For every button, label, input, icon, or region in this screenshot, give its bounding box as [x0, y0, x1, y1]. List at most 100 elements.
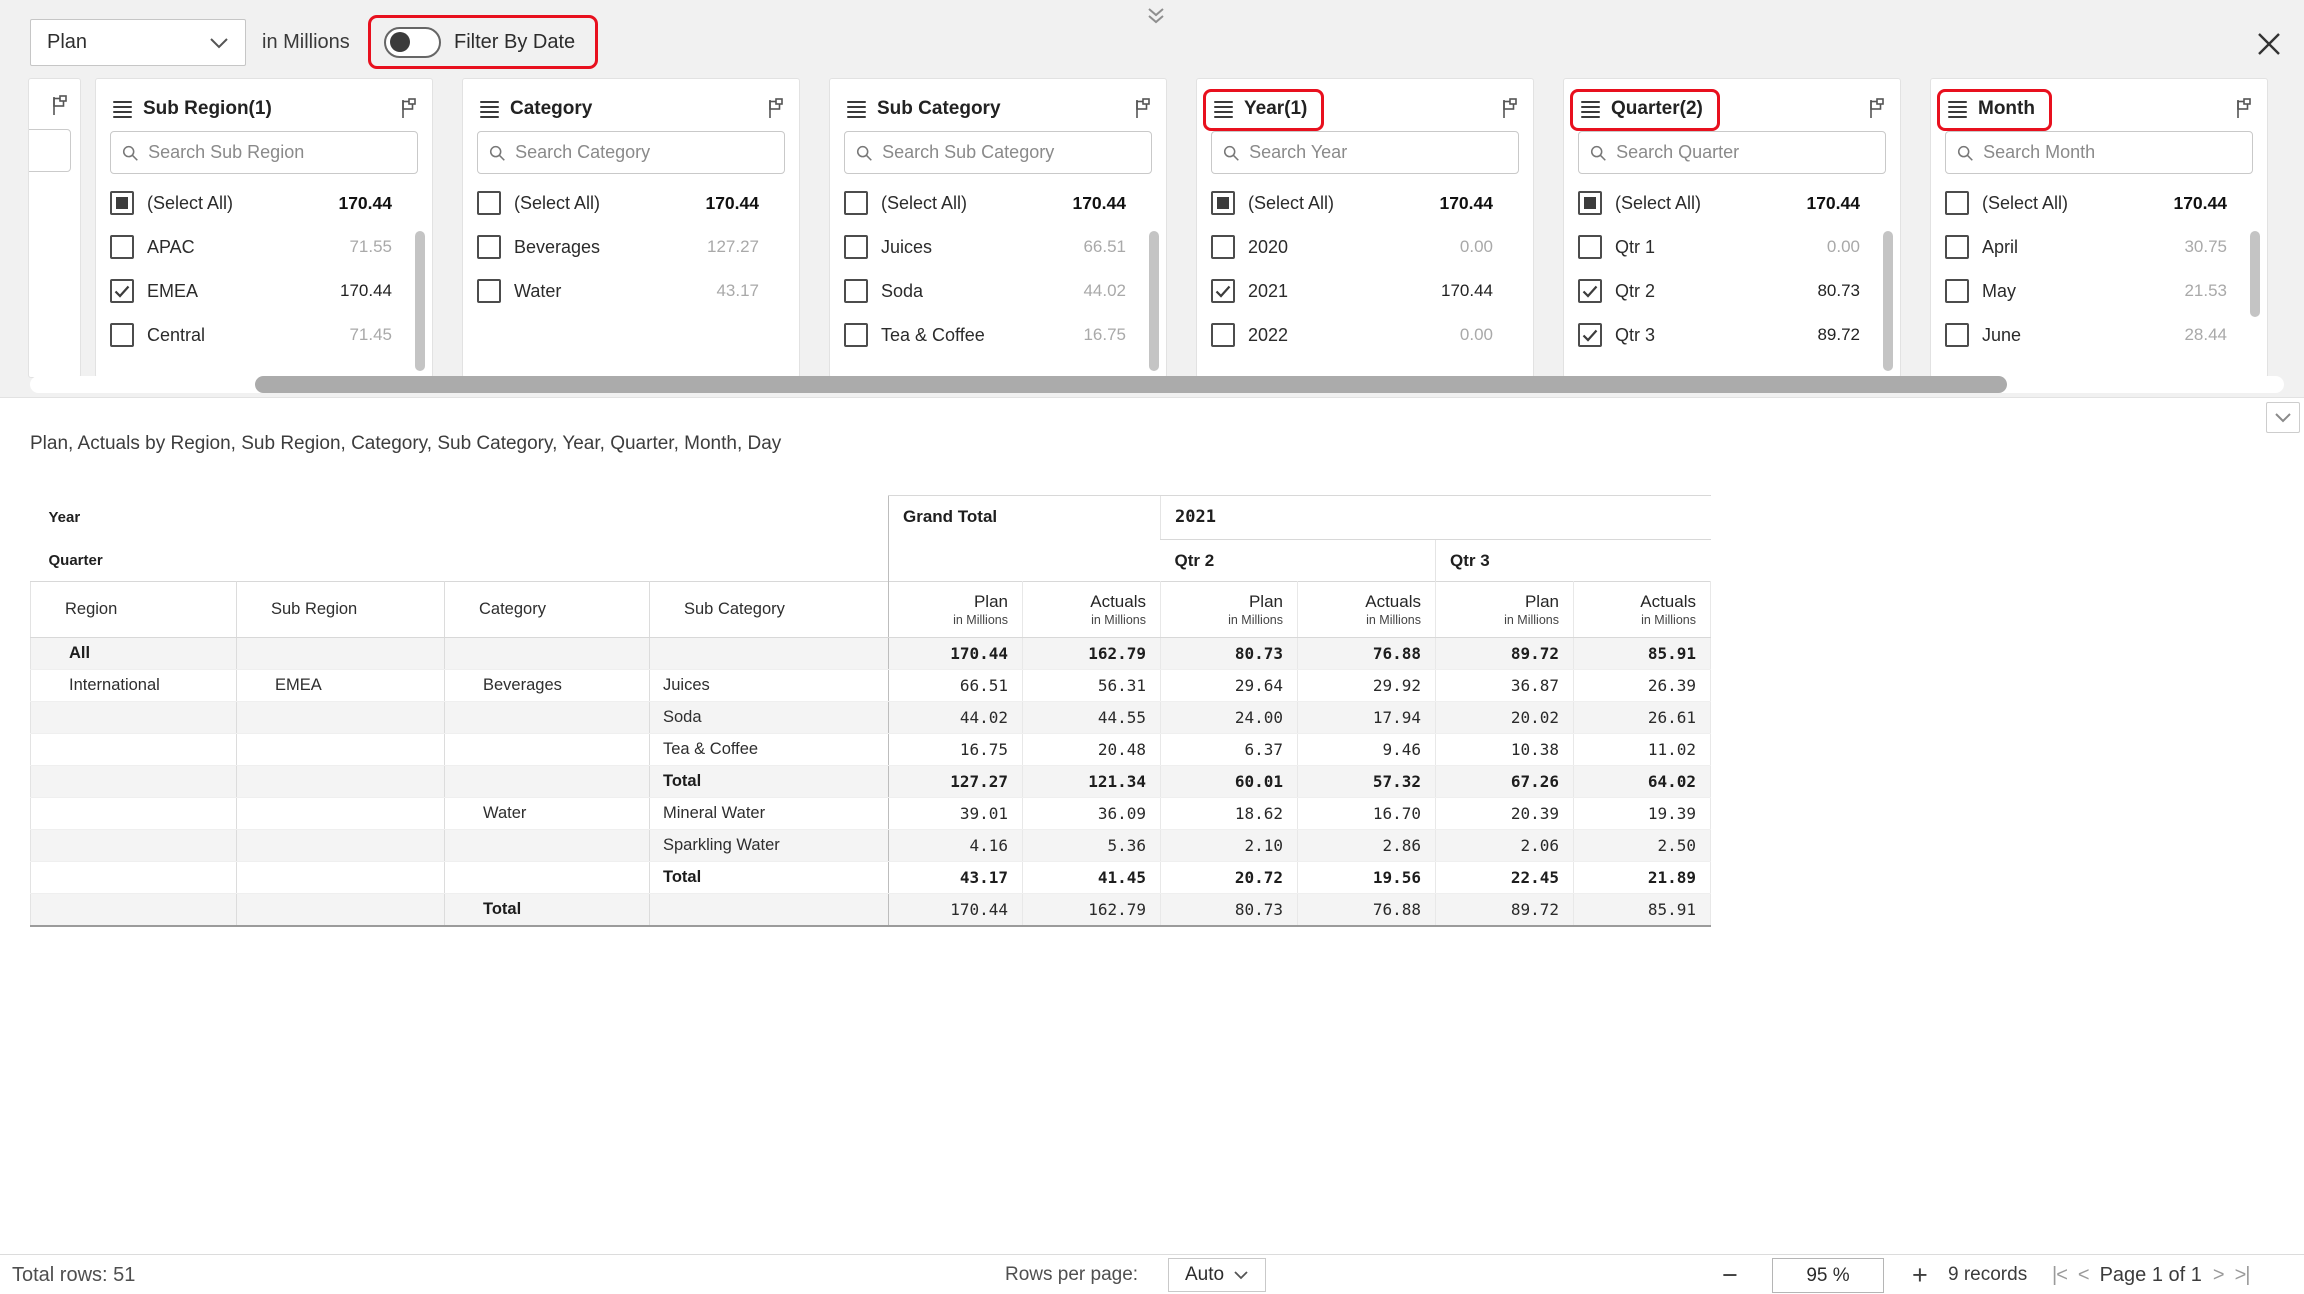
col-header-region[interactable]: Region: [31, 582, 237, 638]
drag-handle-icon[interactable]: [480, 101, 499, 118]
slicer-item[interactable]: Qtr 1 0.00: [1578, 225, 1886, 269]
scroll-down-button[interactable]: [2266, 402, 2300, 433]
collapse-panel-icon[interactable]: [1140, 4, 1172, 32]
checkbox-checked[interactable]: [1578, 323, 1602, 347]
vertical-scrollbar[interactable]: [1883, 231, 1893, 371]
checkbox-checked[interactable]: [1578, 279, 1602, 303]
checkbox-unchecked[interactable]: [1945, 323, 1969, 347]
checkbox-unchecked[interactable]: [844, 279, 868, 303]
last-page-button[interactable]: >|: [2235, 1264, 2250, 1287]
drag-handle-icon[interactable]: [113, 101, 132, 118]
slicer-item[interactable]: Qtr 3 89.72: [1578, 313, 1886, 357]
select-all-row[interactable]: (Select All) 170.44: [1945, 181, 2253, 225]
slicer-item[interactable]: APAC 71.55: [110, 225, 418, 269]
search-input[interactable]: [1616, 142, 1875, 163]
vertical-scrollbar[interactable]: [2250, 231, 2260, 317]
close-icon[interactable]: [2252, 27, 2286, 61]
checkbox-unchecked[interactable]: [1578, 235, 1602, 259]
previous-page-button[interactable]: <: [2078, 1264, 2089, 1287]
checkbox-unchecked[interactable]: [110, 235, 134, 259]
col-header-actuals-q3[interactable]: Actualsin Millions: [1574, 582, 1711, 638]
select-all-checkbox-partial[interactable]: [110, 191, 134, 215]
search-input[interactable]: [1249, 142, 1508, 163]
next-page-button[interactable]: >: [2213, 1264, 2224, 1287]
qtr2-header[interactable]: Qtr 2: [1161, 540, 1436, 582]
search-input-clipped[interactable]: [28, 129, 71, 172]
col-header-plan-q2[interactable]: Planin Millions: [1161, 582, 1298, 638]
slicer-item[interactable]: June 28.44: [1945, 313, 2253, 357]
horizontal-scrollbar-track[interactable]: [30, 376, 2284, 393]
slicer-item[interactable]: May 21.53: [1945, 269, 2253, 313]
checkbox-unchecked[interactable]: [477, 279, 501, 303]
rows-per-page-dropdown[interactable]: Auto: [1168, 1258, 1266, 1292]
select-all-checkbox-partial[interactable]: [1578, 191, 1602, 215]
select-all-row[interactable]: (Select All) 170.44: [110, 181, 418, 225]
select-all-row[interactable]: (Select All) 170.44: [1578, 181, 1886, 225]
zoom-in-button[interactable]: +: [1912, 1255, 1928, 1294]
drag-handle-icon[interactable]: [1214, 101, 1233, 118]
select-all-checkbox-unchecked[interactable]: [844, 191, 868, 215]
flag-icon[interactable]: [1132, 97, 1154, 121]
checkbox-unchecked[interactable]: [844, 235, 868, 259]
col-header-plan-q3[interactable]: Planin Millions: [1436, 582, 1574, 638]
flag-icon[interactable]: [1866, 97, 1888, 121]
slicer-item[interactable]: 2021 170.44: [1211, 269, 1519, 313]
select-all-row[interactable]: (Select All) 170.44: [477, 181, 785, 225]
select-all-checkbox-unchecked[interactable]: [477, 191, 501, 215]
drag-handle-icon[interactable]: [847, 101, 866, 118]
col-header-actuals-q2[interactable]: Actualsin Millions: [1298, 582, 1436, 638]
select-all-checkbox-unchecked[interactable]: [1945, 191, 1969, 215]
vertical-scrollbar[interactable]: [415, 231, 425, 371]
col-header-sub-region[interactable]: Sub Region: [237, 582, 445, 638]
flag-icon[interactable]: [2233, 97, 2255, 121]
flag-icon[interactable]: [1499, 97, 1521, 121]
measure-dropdown[interactable]: Plan: [30, 19, 246, 66]
checkbox-unchecked[interactable]: [477, 235, 501, 259]
slicer-item[interactable]: Soda 44.02: [844, 269, 1152, 313]
slicer-item[interactable]: Beverages 127.27: [477, 225, 785, 269]
filter-by-date-toggle[interactable]: [384, 27, 441, 58]
grand-total-header[interactable]: Grand Total: [889, 496, 1161, 582]
select-all-checkbox-partial[interactable]: [1211, 191, 1235, 215]
slicer-item[interactable]: Juices 66.51: [844, 225, 1152, 269]
drag-handle-icon[interactable]: [1948, 101, 1967, 118]
col-header-sub-category[interactable]: Sub Category: [650, 582, 889, 638]
slicer-item[interactable]: April 30.75: [1945, 225, 2253, 269]
checkbox-unchecked[interactable]: [1945, 279, 1969, 303]
zoom-out-button[interactable]: −: [1722, 1255, 1738, 1294]
slicer-item[interactable]: Tea & Coffee 16.75: [844, 313, 1152, 357]
col-header-actuals-gt[interactable]: Actualsin Millions: [1023, 582, 1161, 638]
checkbox-checked[interactable]: [110, 279, 134, 303]
select-all-row[interactable]: (Select All) 170.44: [844, 181, 1152, 225]
flag-icon[interactable]: [765, 97, 787, 121]
checkbox-unchecked[interactable]: [844, 323, 868, 347]
first-page-button[interactable]: |<: [2052, 1264, 2067, 1287]
year-2021-header[interactable]: 2021: [1161, 496, 1711, 540]
search-input[interactable]: [1983, 142, 2242, 163]
slicer-item[interactable]: Qtr 2 80.73: [1578, 269, 1886, 313]
search-input[interactable]: [882, 142, 1141, 163]
slicer-item[interactable]: 2020 0.00: [1211, 225, 1519, 269]
qtr3-header[interactable]: Qtr 3: [1436, 540, 1711, 582]
vertical-scrollbar[interactable]: [1149, 231, 1159, 371]
checkbox-unchecked[interactable]: [110, 323, 134, 347]
drag-handle-icon[interactable]: [1581, 101, 1600, 118]
col-header-category[interactable]: Category: [445, 582, 650, 638]
flag-icon[interactable]: [49, 94, 71, 118]
checkbox-unchecked[interactable]: [1945, 235, 1969, 259]
select-all-row[interactable]: (Select All) 170.44: [1211, 181, 1519, 225]
checkbox-checked[interactable]: [1211, 279, 1235, 303]
checkbox-unchecked[interactable]: [1211, 235, 1235, 259]
search-input[interactable]: [148, 142, 407, 163]
flag-icon[interactable]: [398, 97, 420, 121]
zoom-level-field[interactable]: 95 %: [1772, 1258, 1884, 1293]
slicer-item[interactable]: Central 71.45: [110, 313, 418, 357]
slicer-item[interactable]: EMEA 170.44: [110, 269, 418, 313]
search-box: [1578, 131, 1886, 174]
slicer-item[interactable]: 2022 0.00: [1211, 313, 1519, 357]
checkbox-unchecked[interactable]: [1211, 323, 1235, 347]
search-input[interactable]: [515, 142, 774, 163]
col-header-plan-gt[interactable]: Planin Millions: [889, 582, 1023, 638]
horizontal-scrollbar-thumb[interactable]: [255, 376, 2007, 393]
slicer-item[interactable]: Water 43.17: [477, 269, 785, 313]
